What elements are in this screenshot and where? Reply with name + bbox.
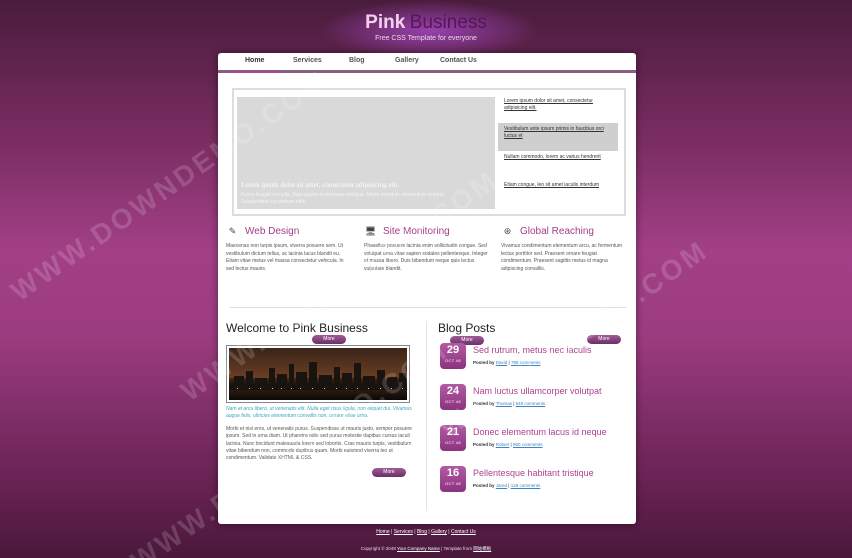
service-title: Web Design xyxy=(245,226,300,237)
pencil-icon: ✎ xyxy=(228,226,237,236)
service-global-reaching: ⊛ Global Reaching Vivamus condimentum el… xyxy=(501,226,626,344)
site-brand: Pink Business Free CSS Template for ever… xyxy=(0,12,852,42)
footer-link-contact[interactable]: Contact Us xyxy=(451,529,476,535)
nav-contact[interactable]: Contact Us xyxy=(440,57,477,64)
service-text: Vivamus condimentum elementum arcu, ac f… xyxy=(501,243,623,272)
footer-links: Home | Services | Blog | Gallery | Conta… xyxy=(376,529,476,535)
monitor-icon: 🖥 xyxy=(364,226,377,236)
slider-links: Lorem ipsum dolor sit amet, consectetur … xyxy=(498,95,618,207)
template-site-link[interactable]: 网站模板 xyxy=(473,546,491,551)
footer-link-services[interactable]: Services xyxy=(394,529,413,535)
slider-heading: Lorem ipsum dolor sit amet, consectetur … xyxy=(241,181,400,189)
service-text: Maecenas non turpis ipsum, viverra posue… xyxy=(226,243,344,272)
nav-home[interactable]: Home xyxy=(245,57,264,64)
footer-link-gallery[interactable]: Gallery xyxy=(431,529,447,535)
nav-blog[interactable]: Blog xyxy=(349,57,365,64)
top-nav: Home Services Blog Gallery Contact Us xyxy=(218,53,636,73)
author-link[interactable]: Jared xyxy=(496,483,507,488)
slider-link[interactable]: Vestibulum ante ipsum primis in faucibus… xyxy=(498,123,618,151)
posted-by-label: Posted by xyxy=(473,483,495,488)
author-link[interactable]: David xyxy=(496,360,508,365)
posted-by-label: Posted by xyxy=(473,360,495,365)
blog-post: 16 OCT 48 Pellentesque habitant tristique… xyxy=(438,466,628,507)
slider-link[interactable]: Etiam congue, leo sit amet iaculis inter… xyxy=(498,179,618,207)
post-meta: Posted by Robert | 960 comments xyxy=(473,442,543,447)
footer-link-blog[interactable]: Blog xyxy=(417,529,427,535)
comments-link[interactable]: 128 comments xyxy=(511,483,541,488)
comments-link[interactable]: 960 comments xyxy=(513,442,543,447)
nav-gallery[interactable]: Gallery xyxy=(395,57,419,64)
footer-link-home[interactable]: Home xyxy=(376,529,389,535)
service-web-design: ✎ Web Design Maecenas non turpis ipsum, … xyxy=(226,226,351,344)
post-title[interactable]: Pellentesque habitant tristique xyxy=(473,468,594,478)
brand-tagline: Free CSS Template for everyone xyxy=(375,35,477,42)
post-meta: Posted by Jared | 128 comments xyxy=(473,483,541,488)
brand-pink: Pink xyxy=(365,12,406,33)
nav-services[interactable]: Services xyxy=(293,57,322,64)
comments-link[interactable]: 548 comments xyxy=(516,401,546,406)
slider-link[interactable]: Nullam commodo, lorem ac varius hendreri… xyxy=(498,151,618,179)
date-badge: 16 OCT 48 xyxy=(440,466,466,492)
posted-by-label: Posted by xyxy=(473,442,495,447)
lifebuoy-icon: ⊛ xyxy=(503,226,512,236)
brand-business: Business xyxy=(409,12,487,33)
post-title[interactable]: Donec elementum lacus id neque xyxy=(473,427,607,437)
service-title: Global Reaching xyxy=(520,226,594,237)
company-link[interactable]: Your Company Name xyxy=(397,546,440,551)
slider-link[interactable]: Lorem ipsum dolor sit amet, consectetur … xyxy=(498,95,618,123)
nav-active-indicator xyxy=(231,70,279,73)
author-link[interactable]: Robert xyxy=(496,442,510,447)
